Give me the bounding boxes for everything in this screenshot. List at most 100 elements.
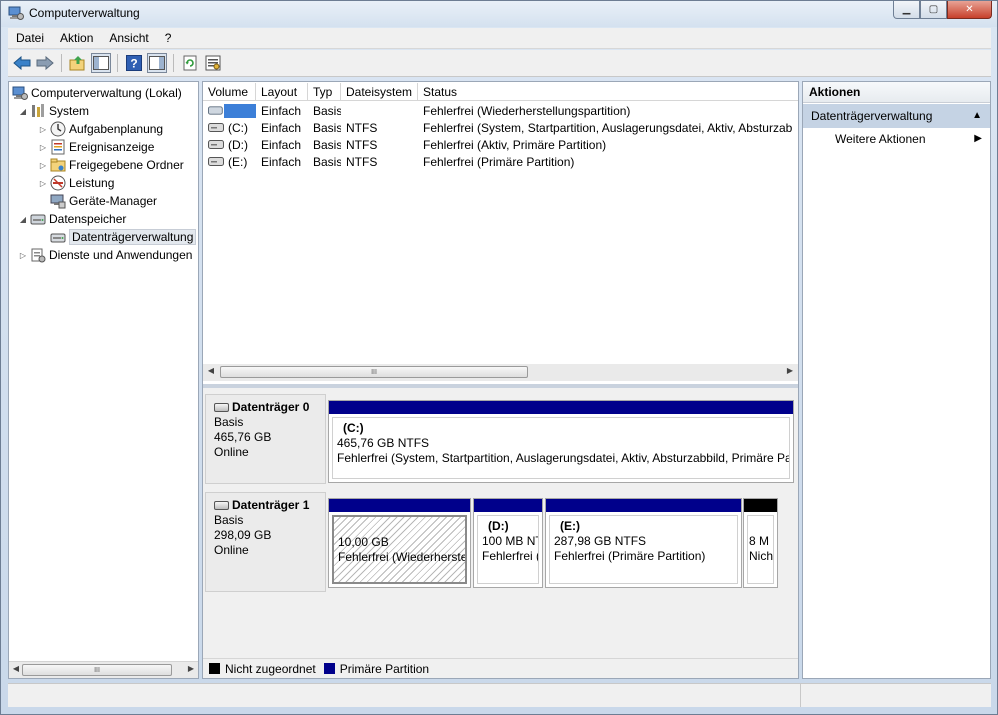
toolbar-separator (61, 54, 62, 72)
scroll-right-icon[interactable]: ▶ (784, 366, 796, 375)
disk-1-info[interactable]: Datenträger 1 Basis 298,09 GB Online (205, 492, 326, 592)
partition-name: (C:) (343, 421, 364, 435)
partition-status: Fehlerfrei (Primäre Partition) (554, 549, 706, 563)
collapse-icon[interactable]: ◢ (17, 215, 29, 224)
tree-item-root[interactable]: Computerverwaltung (Lokal) (11, 84, 182, 102)
disk-icon (214, 501, 229, 510)
volume-cell: (D:) (203, 138, 256, 152)
tree-horizontal-scrollbar[interactable]: ◀ III ▶ (9, 661, 198, 678)
partition-unallocated[interactable]: 8 M Nich (743, 498, 778, 588)
partition-recovery[interactable]: 10,00 GB Fehlerfrei (Wiederherstel (328, 498, 471, 588)
scrollbar-thumb[interactable]: III (220, 366, 528, 378)
volume-row[interactable]: (D:) Einfach Basis NTFS Fehlerfrei (Akti… (203, 136, 793, 153)
show-hide-console-tree-button[interactable] (91, 53, 111, 73)
partition-name: (D:) (488, 519, 509, 533)
clock-icon (49, 121, 66, 137)
maximize-button[interactable]: ▢ (920, 1, 947, 19)
volume-row[interactable]: (E:) Einfach Basis NTFS Fehlerfrei (Prim… (203, 153, 793, 170)
collapse-up-icon[interactable]: ▲ (972, 104, 982, 128)
volume-row[interactable]: (C:) Einfach Basis NTFS Fehlerfrei (Syst… (203, 119, 793, 136)
storage-icon (29, 211, 46, 227)
column-header-dateisystem[interactable]: Dateisystem (341, 83, 418, 100)
more-actions-label: Weitere Aktionen (835, 132, 926, 146)
type-cell: Basis (313, 154, 341, 169)
menu-help[interactable]: ? (157, 28, 180, 48)
actions-section-disk-management[interactable]: Datenträgerverwaltung ▲ (803, 104, 990, 128)
status-segment (801, 684, 991, 707)
refresh-button[interactable] (180, 53, 200, 73)
volume-icon (208, 123, 224, 132)
layout-cell: Einfach (261, 120, 302, 135)
expand-icon[interactable]: ▷ (37, 179, 49, 188)
minimize-icon: ▁ (902, 4, 911, 15)
more-actions-item[interactable]: Weitere Aktionen ▶ (803, 128, 990, 150)
legend-primary: Primäre Partition (339, 661, 430, 676)
partition-e[interactable]: (E:) 287,98 GB NTFS Fehlerfrei (Primäre … (545, 498, 742, 588)
tree-item-system[interactable]: ◢ System (17, 102, 89, 120)
partition-size: 10,00 GB (338, 535, 389, 549)
up-level-button[interactable] (68, 53, 88, 73)
column-header-status[interactable]: Status (418, 83, 798, 100)
expand-icon[interactable]: ▷ (37, 161, 49, 170)
window: Computerverwaltung ▁ ▢ ✕ Datei Aktion An… (0, 0, 998, 715)
status-bar (8, 683, 991, 707)
expand-icon[interactable]: ▷ (37, 143, 49, 152)
disk-0-info[interactable]: Datenträger 0 Basis 465,76 GB Online (205, 394, 326, 484)
disk-state: Online (214, 543, 249, 557)
volume-name: (D:) (228, 137, 248, 152)
volume-cell (203, 103, 256, 118)
tree-item-leistung[interactable]: ▷ Leistung (37, 174, 114, 192)
tree-item-aufgabenplanung[interactable]: ▷ Aufgabenplanung (37, 120, 163, 138)
close-button[interactable]: ✕ (947, 1, 992, 19)
menu-aktion[interactable]: Aktion (52, 28, 101, 48)
properties-button[interactable] (203, 53, 223, 73)
menu-bar: Datei Aktion Ansicht ? (8, 28, 991, 49)
back-button[interactable] (12, 53, 32, 73)
menu-ansicht[interactable]: Ansicht (101, 28, 156, 48)
scroll-right-icon[interactable]: ▶ (185, 664, 197, 673)
legend-unallocated: Nicht zugeordnet (225, 661, 316, 676)
tree-item-label: Datenspeicher (49, 212, 127, 226)
tree-item-label: Aufgabenplanung (69, 122, 164, 136)
partition-c[interactable]: (C:) 465,76 GB NTFS Fehlerfrei (System, … (328, 400, 794, 483)
column-header-layout[interactable]: Layout (256, 83, 308, 100)
expand-icon[interactable]: ▷ (37, 125, 49, 134)
menu-datei[interactable]: Datei (8, 28, 52, 48)
tree-item-freigegebene-ordner[interactable]: ▷ Freigegebene Ordner (37, 156, 184, 174)
tree-item-geraete-manager[interactable]: Geräte-Manager (49, 192, 157, 210)
disk-type: Basis (214, 513, 244, 527)
graphical-disk-view: Datenträger 0 Basis 465,76 GB Online (C:… (203, 388, 798, 658)
performance-icon (49, 175, 66, 191)
partition-status: Nich (749, 549, 774, 563)
tree-item-datentraegerverwaltung[interactable]: Datenträgerverwaltung (49, 228, 197, 246)
toolbar-separator (173, 54, 174, 72)
submenu-arrow-icon: ▶ (974, 133, 982, 144)
actions-pane: Aktionen Datenträgerverwaltung ▲ Weitere… (802, 81, 991, 679)
scroll-left-icon[interactable]: ◀ (205, 366, 217, 375)
volume-row[interactable]: Einfach Basis Fehlerfrei (Wiederherstell… (203, 102, 793, 119)
action-pane-icon (149, 56, 165, 70)
column-header-volume[interactable]: Volume (203, 83, 256, 100)
help-button[interactable]: ? (124, 53, 144, 73)
expand-icon[interactable]: ▷ (17, 251, 29, 260)
partition-name (749, 519, 772, 534)
layout-cell: Einfach (261, 154, 302, 169)
status-segment (8, 684, 801, 707)
disk-size: 298,09 GB (214, 528, 272, 542)
tree-item-datenspeicher[interactable]: ◢ Datenspeicher (17, 210, 126, 228)
legend-swatch-primary (323, 663, 335, 674)
collapse-icon[interactable]: ◢ (17, 107, 29, 116)
tree-item-ereignisanzeige[interactable]: ▷ Ereignisanzeige (37, 138, 154, 156)
scrollbar-thumb[interactable]: III (22, 664, 172, 676)
tree-item-label: Computerverwaltung (Lokal) (31, 86, 182, 100)
scroll-left-icon[interactable]: ◀ (10, 664, 22, 673)
column-header-typ[interactable]: Typ (308, 83, 341, 100)
forward-button[interactable] (35, 53, 55, 73)
show-hide-action-pane-button[interactable] (147, 53, 167, 73)
volume-icon (208, 106, 223, 115)
partition-d[interactable]: (D:) 100 MB NT Fehlerfrei ( (473, 498, 543, 588)
minimize-button[interactable]: ▁ (893, 1, 920, 19)
tree-item-dienste[interactable]: ▷ Dienste und Anwendungen (17, 246, 192, 264)
volume-list-horizontal-scrollbar[interactable]: ◀ III ▶ (203, 364, 798, 381)
partition-name (338, 520, 461, 535)
